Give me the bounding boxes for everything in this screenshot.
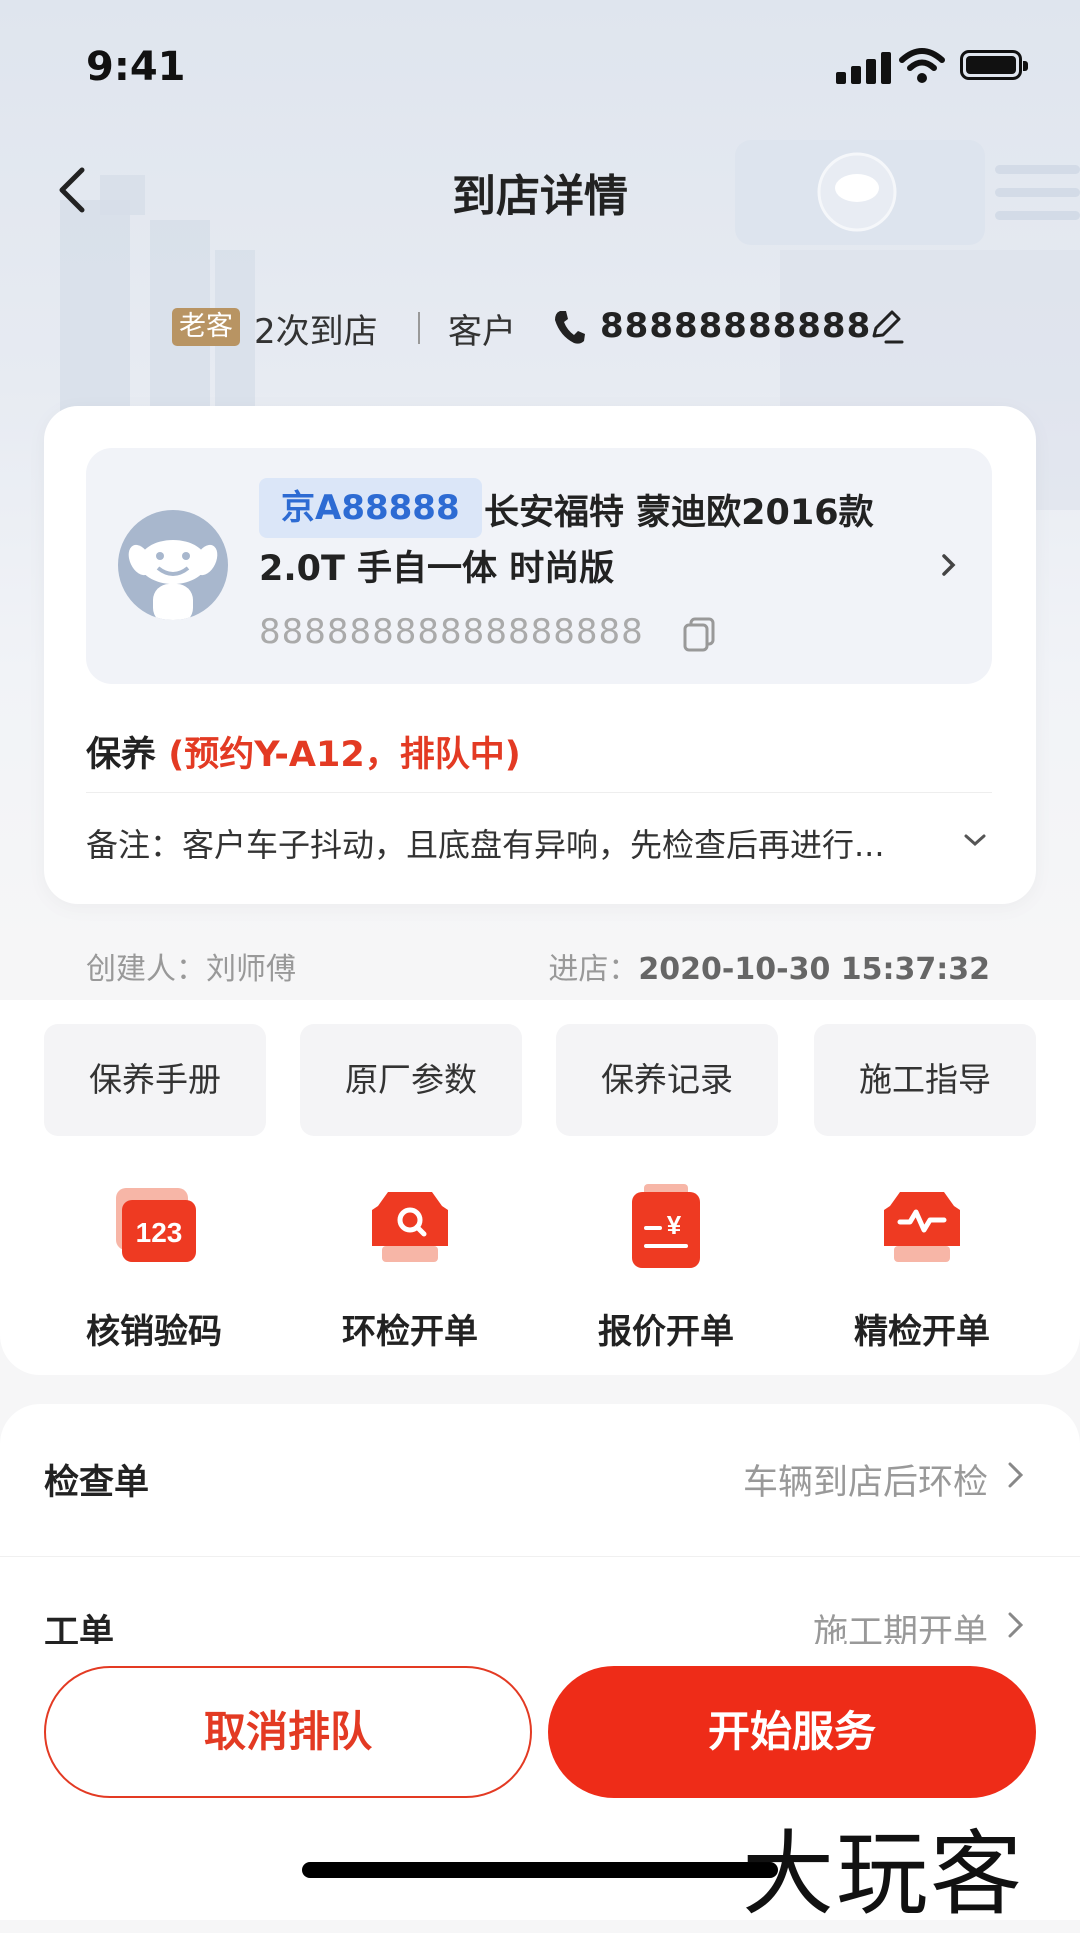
quote-order-icon: ¥ (618, 1180, 714, 1276)
creator-info: 创建人：刘师傅 (86, 944, 296, 988)
verify-code-action[interactable]: 123 核销验码 (54, 1180, 254, 1353)
customer-phone[interactable]: 88888888888 (600, 306, 871, 346)
entry-label: 进店： (548, 952, 639, 987)
vehicle-vin: 88888888888888888 (259, 612, 644, 652)
action-label: 核销验码 (86, 1312, 222, 1352)
list-item-value: 车辆到店后环检 (742, 1463, 988, 1503)
car-inspection-action[interactable]: 环检开单 (310, 1180, 510, 1353)
visit-count: 2次到店 (254, 312, 378, 352)
creator-name: 刘师傅 (206, 952, 296, 987)
verify-code-icon: 123 (106, 1180, 202, 1276)
precision-inspection-action[interactable]: 精检开单 (822, 1180, 1022, 1353)
queue-status: (预约Y-A12，排队中) (168, 735, 521, 775)
entry-time: 2020-10-30 15:37:32 (638, 952, 990, 987)
list-item-label: 检查单 (44, 1463, 150, 1503)
precision-inspection-icon (874, 1180, 970, 1276)
battery-icon (960, 50, 1028, 80)
page-title: 到店详情 (452, 171, 628, 222)
svg-text:¥: ¥ (667, 1210, 682, 1240)
home-indicator (302, 1862, 778, 1878)
car-inspection-icon (362, 1180, 458, 1276)
svg-text:123: 123 (136, 1217, 183, 1248)
chevron-down-icon[interactable] (962, 830, 988, 850)
list-item-checklist[interactable]: 检查单 车辆到店后环检 (0, 1404, 1080, 1554)
watermark: 大玩客 (742, 1821, 1025, 1928)
vehicle-avatar (118, 510, 228, 620)
chevron-right-icon (1008, 1612, 1024, 1638)
maintenance-manual-button[interactable]: 保养手册 (44, 1024, 266, 1136)
vehicle-model: 长安福特 蒙迪欧2016款 (484, 493, 874, 533)
chevron-right-icon (942, 554, 956, 576)
wifi-icon (899, 48, 945, 83)
status-time: 9:41 (86, 44, 186, 90)
creator-label: 创建人： (86, 952, 206, 987)
divider (418, 312, 420, 344)
status-bar: 9:41 (0, 0, 1080, 130)
copy-icon[interactable] (682, 616, 716, 652)
customer-tag: 老客 (172, 308, 240, 346)
maintenance-record-button[interactable]: 保养记录 (556, 1024, 778, 1136)
vehicle-trim: 2.0T 手自一体 时尚版 (259, 549, 615, 589)
phone-icon[interactable] (552, 308, 586, 346)
vehicle-card: 京A88888 长安福特 蒙迪欧2016款 2.0T 手自一体 时尚版 8888… (44, 406, 1036, 904)
action-label: 环检开单 (342, 1312, 478, 1352)
construction-guide-button[interactable]: 施工指导 (814, 1024, 1036, 1136)
service-type: 保养 (86, 735, 157, 775)
service-note: 备注：客户车子抖动，且底盘有异响，先检查后再进行... (86, 826, 885, 864)
chevron-right-icon (1008, 1462, 1024, 1488)
edit-icon[interactable] (866, 306, 906, 346)
factory-params-button[interactable]: 原厂参数 (300, 1024, 522, 1136)
tool-buttons: 保养手册 原厂参数 保养记录 施工指导 (44, 1024, 1036, 1136)
quote-order-action[interactable]: ¥ 报价开单 (566, 1180, 766, 1353)
entry-info: 进店：2020-10-30 15:37:32 (548, 944, 990, 988)
action-label: 报价开单 (598, 1312, 734, 1352)
cancel-queue-button[interactable]: 取消排队 (44, 1666, 532, 1798)
divider (86, 792, 992, 793)
plate-badge: 京A88888 (259, 478, 482, 538)
signal-icon (836, 50, 896, 84)
customer-name: 客户 (448, 312, 516, 352)
action-label: 精检开单 (854, 1312, 990, 1352)
start-service-button[interactable]: 开始服务 (548, 1666, 1036, 1798)
vehicle-info[interactable]: 京A88888 长安福特 蒙迪欧2016款 2.0T 手自一体 时尚版 8888… (86, 448, 992, 684)
service-status: 保养 (预约Y-A12，排队中) (86, 726, 521, 777)
